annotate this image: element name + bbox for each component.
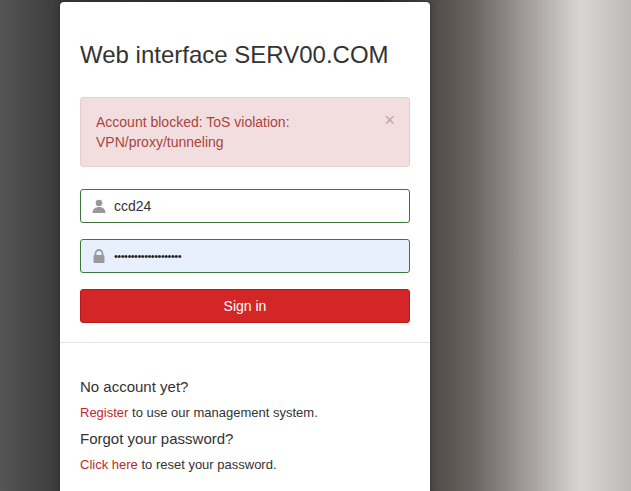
login-page: Web interface SERV00.COM Account blocked… bbox=[0, 0, 631, 491]
help-text: to use our management system. bbox=[132, 405, 318, 420]
password-field[interactable]: •••••••••••••••••••• bbox=[80, 239, 410, 273]
help-question: No account yet? bbox=[80, 377, 410, 397]
field-value: •••••••••••••••••••• bbox=[114, 250, 181, 262]
login-form: Web interface SERV00.COM Account blocked… bbox=[60, 2, 430, 343]
page-title: Web interface SERV00.COM bbox=[80, 41, 410, 69]
username-field[interactable]: ccd24 bbox=[80, 189, 410, 223]
login-card: Web interface SERV00.COM Account blocked… bbox=[60, 2, 430, 491]
help-text: to reset your password. bbox=[141, 457, 276, 472]
help-link[interactable]: Click here bbox=[80, 457, 138, 472]
alert-message: Account blocked: ToS violation: VPN/prox… bbox=[96, 114, 290, 150]
help-line: Register to use our management system. bbox=[80, 404, 410, 422]
help-link[interactable]: Register bbox=[80, 405, 128, 420]
user-icon bbox=[92, 199, 106, 213]
sign-in-button[interactable]: Sign in bbox=[80, 289, 410, 323]
error-alert: Account blocked: ToS violation: VPN/prox… bbox=[80, 97, 410, 167]
field-value: ccd24 bbox=[114, 198, 151, 214]
close-button[interactable]: × bbox=[384, 110, 395, 130]
lock-icon bbox=[92, 249, 106, 263]
help-line: Click here to reset your password. bbox=[80, 456, 410, 474]
help-section: No account yet? Register to use our mana… bbox=[60, 343, 430, 491]
help-question: Forgot your password? bbox=[80, 429, 410, 449]
